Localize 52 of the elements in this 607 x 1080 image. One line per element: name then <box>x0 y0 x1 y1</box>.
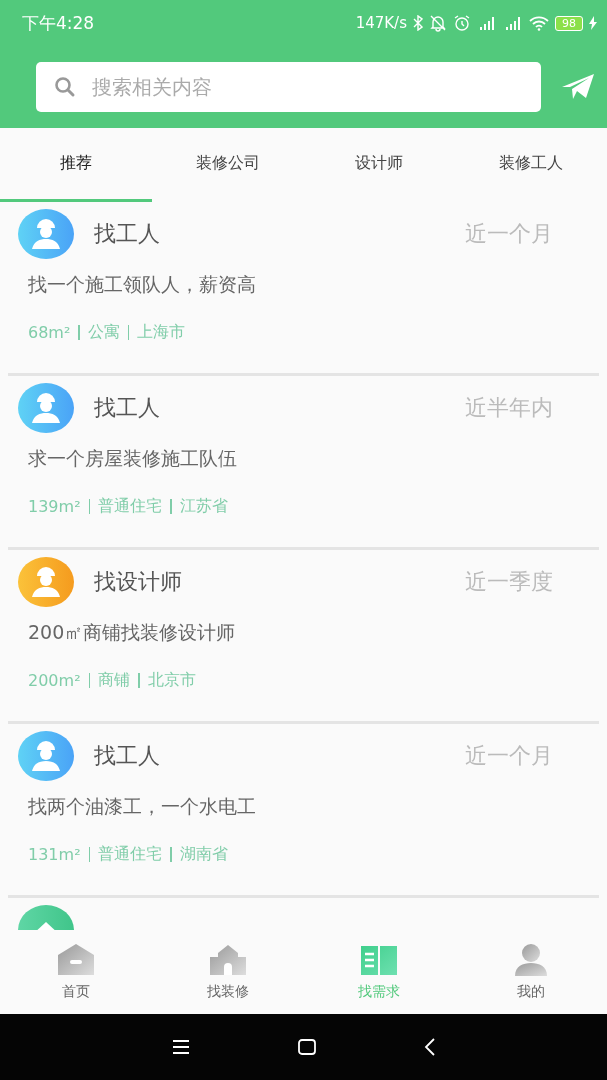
post-title: 找工人 <box>94 220 161 248</box>
post-description: 求一个房屋装修施工队伍 <box>28 446 238 471</box>
home-square-icon[interactable] <box>297 1039 316 1055</box>
post-time: 近一个月 <box>465 742 553 770</box>
bluetooth-icon <box>413 15 423 31</box>
menu-icon[interactable] <box>171 1040 190 1054</box>
post-description: 找两个油漆工，一个水电工 <box>28 794 257 819</box>
post-tag: 139m² <box>28 497 81 516</box>
battery-indicator: 98 <box>555 15 583 31</box>
post-time: 近一季度 <box>465 568 553 596</box>
tab[interactable]: 装修公司 <box>151 128 304 202</box>
search-field[interactable]: 搜索相关内容 <box>36 62 541 112</box>
tab[interactable]: 装修工人 <box>455 128 607 202</box>
post-tag: 200m² <box>28 671 81 690</box>
muted-bell-icon <box>429 14 447 32</box>
post-title: 找工人 <box>94 394 161 422</box>
post-tag: 普通住宅 <box>98 844 163 865</box>
building-icon <box>207 943 248 977</box>
tab[interactable]: 设计师 <box>303 128 456 202</box>
avatar-icon <box>18 383 74 433</box>
house-icon <box>55 943 96 977</box>
post-tag: 68m² <box>28 323 71 342</box>
nav-item[interactable]: 首页 <box>0 930 152 1014</box>
post-tag: 商铺 <box>98 670 131 691</box>
wifi-icon <box>529 15 549 31</box>
avatar-icon <box>18 731 74 781</box>
charging-icon <box>589 16 597 30</box>
post-tag: 江苏省 <box>179 496 228 517</box>
signal-icon <box>503 14 523 32</box>
avatar-icon <box>18 557 74 607</box>
post-time: 近半年内 <box>465 394 553 422</box>
nav-item[interactable]: 我的 <box>455 930 607 1014</box>
book-icon <box>359 943 400 977</box>
back-icon[interactable] <box>423 1038 436 1056</box>
post-description: 找一个施工领队人，薪资高 <box>28 272 257 297</box>
post-tag: 普通住宅 <box>98 496 163 517</box>
signal-icon <box>477 14 497 32</box>
status-time: 下午4:28 <box>22 11 95 35</box>
post-tag: 131m² <box>28 845 81 864</box>
network-speed: 147K/s <box>355 14 407 32</box>
post-description: 200㎡商铺找装修设计师 <box>28 620 237 645</box>
post-tag: 公寓 <box>87 322 120 343</box>
post-title: 找设计师 <box>94 568 183 596</box>
post-tag: 上海市 <box>137 322 186 343</box>
nav-item[interactable]: 找装修 <box>151 930 304 1014</box>
post-title: 找工人 <box>94 742 161 770</box>
post-tag: 湖南省 <box>179 844 228 865</box>
post-time: 近一个月 <box>465 220 553 248</box>
alarm-icon <box>453 14 471 32</box>
avatar-icon <box>18 209 74 259</box>
tab[interactable]: 推荐 <box>0 128 152 202</box>
post-tag: 北京市 <box>147 670 196 691</box>
